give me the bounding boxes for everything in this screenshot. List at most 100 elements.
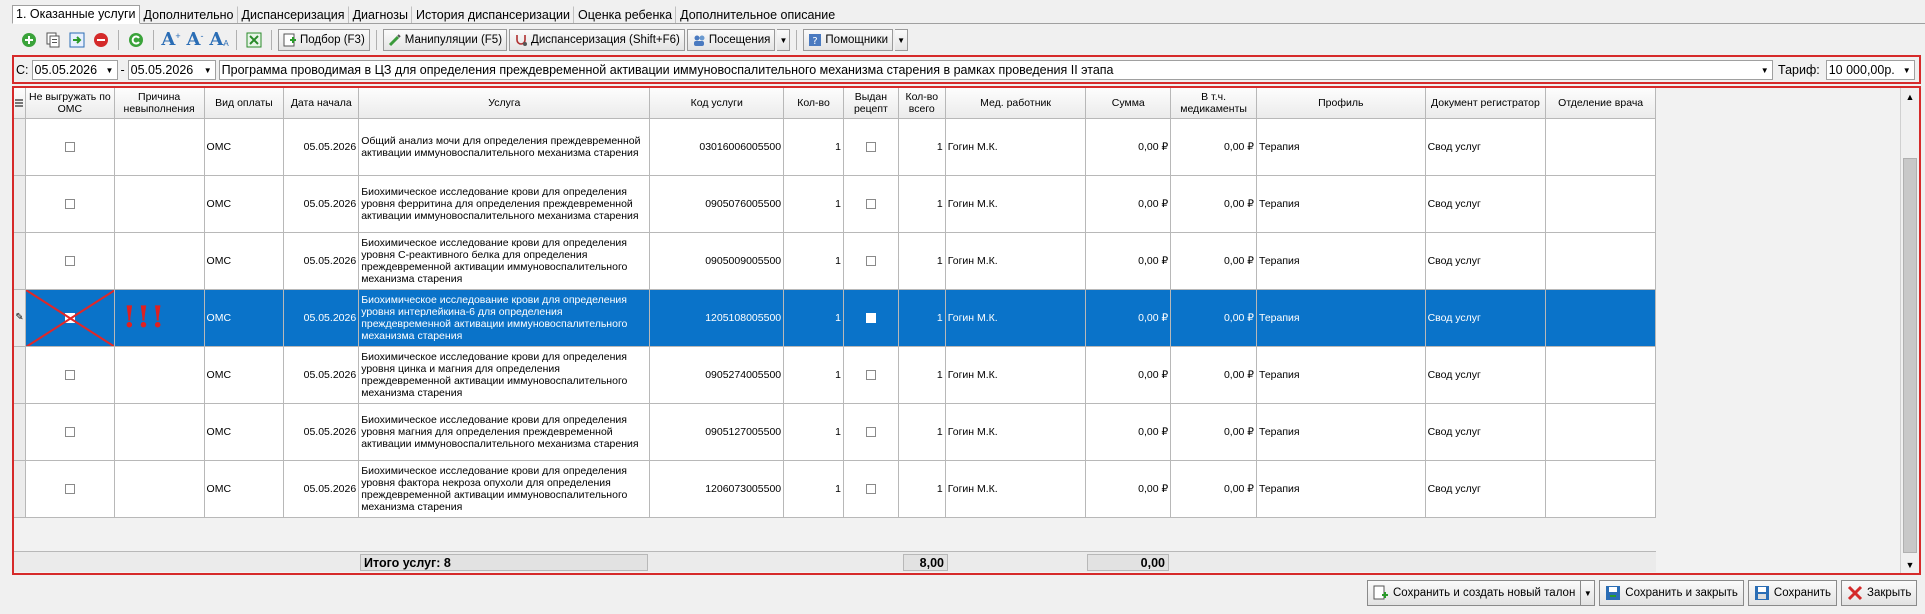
date-to-picker[interactable]: 05.05.2026 ▼ (127, 60, 216, 80)
med-cell[interactable]: 0,00 ₽ (1171, 404, 1257, 461)
tab-history[interactable]: История диспансеризации (412, 6, 574, 23)
noexport-checkbox-cell[interactable] (25, 119, 115, 176)
registrar-cell[interactable]: Свод услуг (1425, 404, 1547, 461)
service-cell[interactable]: Биохимическое исследование крови для опр… (359, 176, 651, 233)
recipe-cell[interactable] (843, 176, 899, 233)
save-close-button[interactable]: Сохранить и закрыть (1599, 580, 1744, 606)
header-code[interactable]: Код услуги (650, 88, 785, 119)
recipe-cell[interactable] (843, 404, 899, 461)
tab-diagnoses[interactable]: Диагнозы (349, 6, 412, 23)
visits-button[interactable]: Посещения (686, 29, 776, 51)
sum-cell[interactable]: 0,00 ₽ (1086, 290, 1172, 347)
recipe-cell[interactable] (843, 347, 899, 404)
qtyall-cell[interactable]: 1 (898, 233, 946, 290)
noexport-checkbox-cell[interactable] (25, 347, 115, 404)
reason-cell[interactable] (114, 404, 205, 461)
qty-cell[interactable]: 1 (784, 404, 844, 461)
code-cell[interactable]: 1205108005500 (650, 290, 785, 347)
delete-icon[interactable] (90, 29, 112, 51)
tab-extra-description[interactable]: Дополнительное описание (676, 6, 839, 23)
service-cell[interactable]: Биохимическое исследование крови для опр… (359, 461, 651, 518)
row-indicator[interactable] (14, 119, 26, 176)
row-indicator[interactable] (14, 176, 26, 233)
table-row[interactable]: ОМС 05.05.2026 Биохимическое исследование … (14, 176, 1657, 233)
doctor-cell[interactable]: Гогин М.К. (945, 461, 1087, 518)
helpers-button[interactable]: ? Помощники (803, 29, 894, 51)
code-cell[interactable]: 0905009005500 (650, 233, 785, 290)
header-dept[interactable]: Отделение врача (1546, 88, 1657, 119)
tab-child-assessment[interactable]: Оценка ребенка (574, 6, 677, 23)
font-increase-icon[interactable]: A + (160, 29, 182, 51)
sum-cell[interactable]: 0,00 ₽ (1086, 119, 1172, 176)
import-icon[interactable] (66, 29, 88, 51)
dispanserization-button[interactable]: Диспансеризация (Shift+F6) (509, 29, 685, 51)
reason-cell[interactable] (114, 119, 205, 176)
table-row[interactable]: ✎!!! ОМС 05.05.2026 Биохимическое исследова… (14, 290, 1657, 347)
tarif-select[interactable]: 10 000,00р. ▼ (1825, 60, 1915, 80)
profile-cell[interactable]: Терапия (1257, 233, 1426, 290)
date-cell[interactable]: 05.05.2026 (284, 176, 360, 233)
registrar-cell[interactable]: Свод услуг (1425, 119, 1547, 176)
recipe-cell[interactable] (843, 461, 899, 518)
noexport-checkbox[interactable] (64, 142, 75, 152)
med-cell[interactable]: 0,00 ₽ (1171, 119, 1257, 176)
visits-dropdown-icon[interactable]: ▼ (777, 29, 791, 51)
qty-cell[interactable]: 1 (784, 290, 844, 347)
sum-cell[interactable]: 0,00 ₽ (1086, 176, 1172, 233)
recipe-cell[interactable] (843, 233, 899, 290)
vertical-scrollbar[interactable]: ▲ ▼ (1900, 88, 1919, 573)
qtyall-cell[interactable]: 1 (898, 461, 946, 518)
header-registrar[interactable]: Документ регистратор (1425, 88, 1547, 119)
pay-cell[interactable]: ОМС (204, 176, 285, 233)
tab-additional[interactable]: Дополнительно (140, 6, 238, 23)
scroll-thumb[interactable] (1903, 158, 1917, 553)
recipe-checkbox[interactable] (865, 142, 876, 152)
pay-cell[interactable]: ОМС (204, 404, 285, 461)
font-reset-icon[interactable]: AA (208, 29, 230, 51)
doctor-cell[interactable]: Гогин М.К. (945, 347, 1087, 404)
reason-cell[interactable] (114, 233, 205, 290)
noexport-checkbox[interactable] (64, 199, 75, 209)
noexport-checkbox-cell[interactable] (25, 233, 115, 290)
table-row[interactable]: ОМС 05.05.2026 Биохимическое исследование … (14, 461, 1657, 518)
recipe-cell[interactable] (843, 290, 899, 347)
recipe-checkbox[interactable] (865, 484, 876, 494)
dept-cell[interactable] (1546, 233, 1657, 290)
reason-cell[interactable] (114, 461, 205, 518)
code-cell[interactable]: 1206073005500 (650, 461, 785, 518)
code-cell[interactable]: 0905076005500 (650, 176, 785, 233)
service-cell[interactable]: Биохимическое исследование крови для опр… (359, 404, 651, 461)
code-cell[interactable]: 0905127005500 (650, 404, 785, 461)
noexport-checkbox[interactable] (64, 370, 75, 380)
dept-cell[interactable] (1546, 404, 1657, 461)
registrar-cell[interactable]: Свод услуг (1425, 347, 1547, 404)
header-doctor[interactable]: Мед. работник (945, 88, 1087, 119)
doctor-cell[interactable]: Гогин М.К. (945, 290, 1087, 347)
dept-cell[interactable] (1546, 119, 1657, 176)
helpers-dropdown-icon[interactable]: ▼ (895, 29, 909, 51)
noexport-checkbox-cell[interactable] (25, 461, 115, 518)
date-cell[interactable]: 05.05.2026 (284, 119, 360, 176)
qtyall-cell[interactable]: 1 (898, 119, 946, 176)
profile-cell[interactable]: Терапия (1257, 119, 1426, 176)
table-row[interactable]: ОМС 05.05.2026 Общий анализ мочи для опред… (14, 119, 1657, 176)
qtyall-cell[interactable]: 1 (898, 347, 946, 404)
noexport-checkbox-cell[interactable] (25, 290, 115, 347)
row-indicator[interactable] (14, 347, 26, 404)
row-indicator[interactable] (14, 461, 26, 518)
program-select[interactable]: Программа проводимая в ЦЗ для определени… (218, 60, 1773, 80)
sum-cell[interactable]: 0,00 ₽ (1086, 347, 1172, 404)
doctor-cell[interactable]: Гогин М.К. (945, 233, 1087, 290)
header-date[interactable]: Дата начала (284, 88, 360, 119)
doctor-cell[interactable]: Гогин М.К. (945, 404, 1087, 461)
qty-cell[interactable]: 1 (784, 233, 844, 290)
scroll-up-icon[interactable]: ▲ (1901, 88, 1919, 105)
qty-cell[interactable]: 1 (784, 461, 844, 518)
save-new-button[interactable]: Сохранить и создать новый талон (1367, 580, 1582, 606)
table-row[interactable]: ОМС 05.05.2026 Биохимическое исследование … (14, 347, 1657, 404)
date-from-picker[interactable]: 05.05.2026 ▼ (31, 60, 118, 80)
save-new-dropdown-icon[interactable]: ▼ (1581, 580, 1596, 606)
doctor-cell[interactable]: Гогин М.К. (945, 176, 1087, 233)
date-cell[interactable]: 05.05.2026 (284, 404, 360, 461)
noexport-checkbox[interactable] (64, 256, 75, 266)
